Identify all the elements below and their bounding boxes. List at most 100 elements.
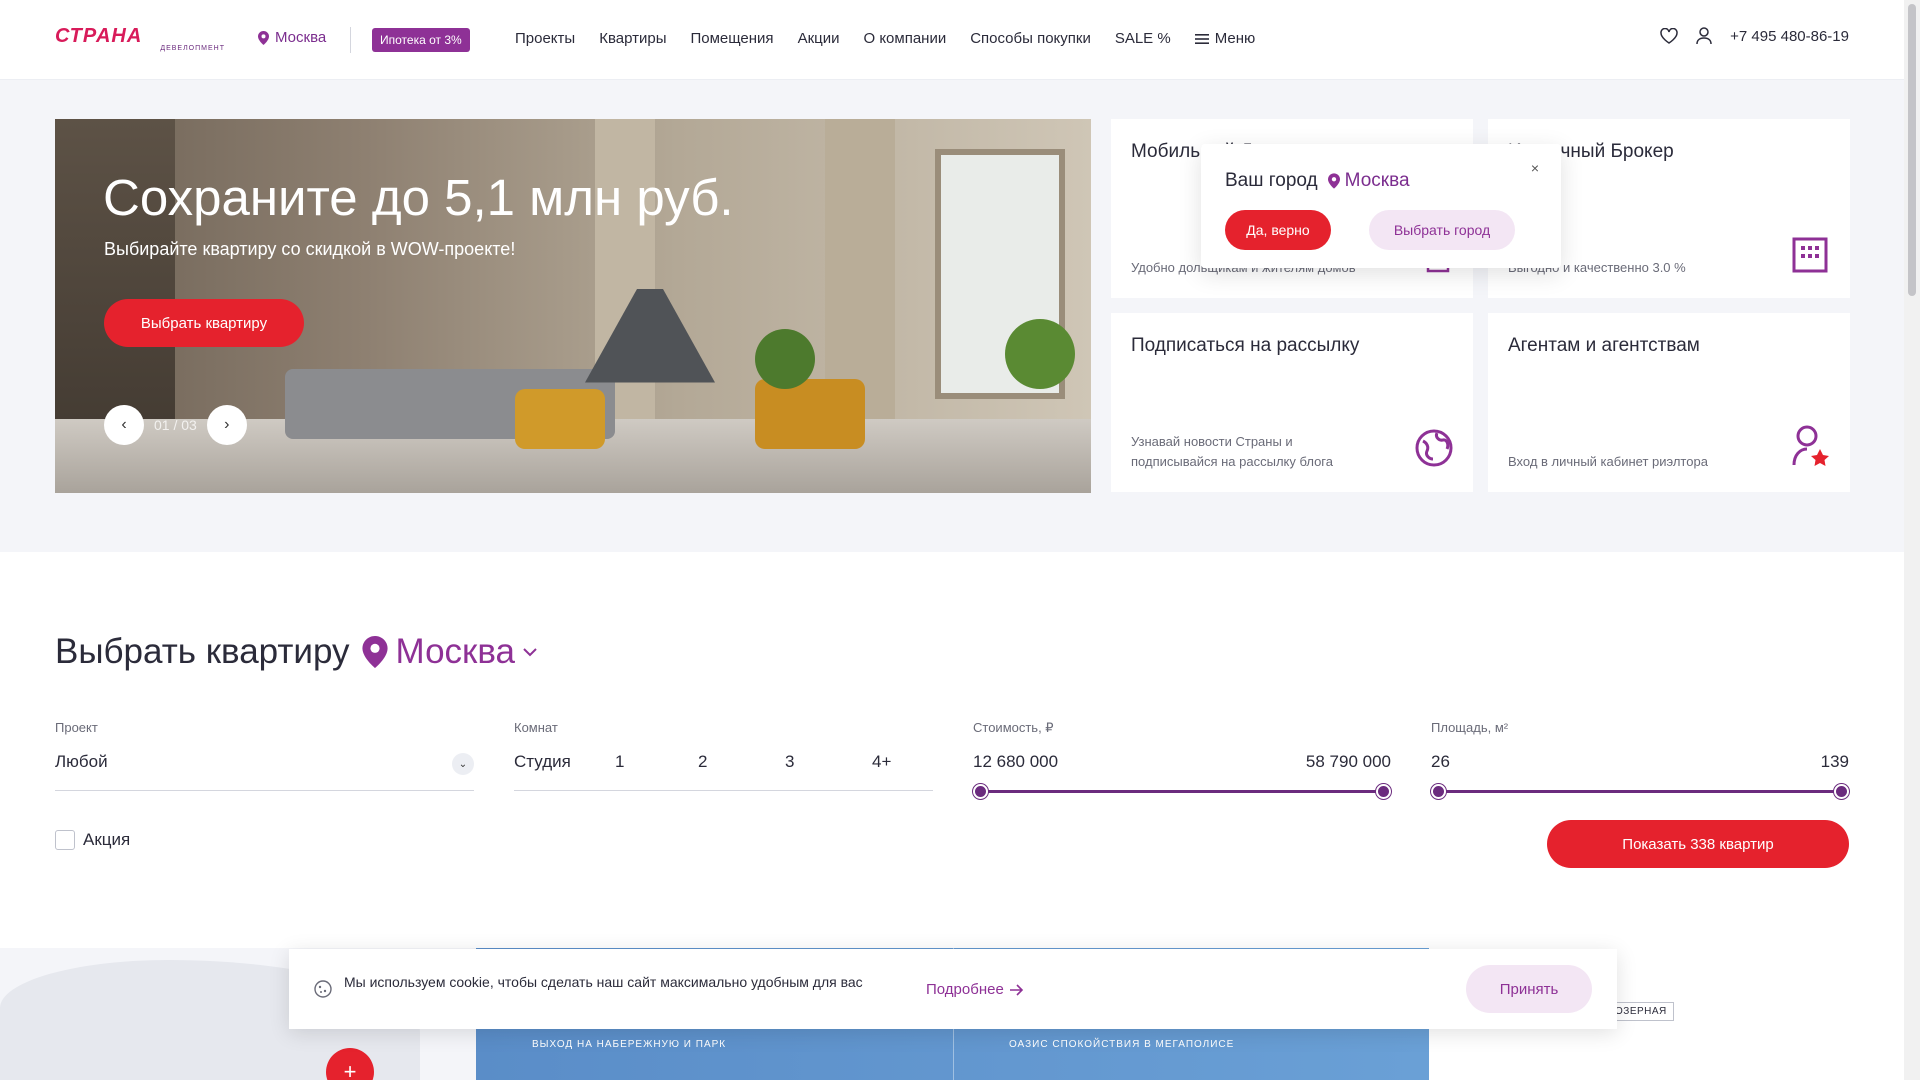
- header-actions: +7 495 480-86-19: [1660, 27, 1849, 45]
- apartment-filter: Выбрать квартиру Москва Проект Любой ⌄ К…: [0, 552, 1904, 948]
- nav-about[interactable]: О компании: [863, 30, 946, 47]
- header-city-selector[interactable]: Москва: [258, 29, 326, 46]
- city-confirm-popup: Ваш город Москва × Да, верно Выбрать гор…: [1201, 144, 1561, 268]
- hero-subtitle: Выбирайте квартиру со скидкой в WOW-прое…: [104, 239, 516, 259]
- menu-button[interactable]: Меню: [1194, 30, 1256, 47]
- promo-checkbox[interactable]: Акция: [55, 830, 130, 850]
- city-question-city: Москва: [1327, 170, 1410, 192]
- hero-title: Сохраните до 5,1 млн руб.: [103, 169, 734, 226]
- accept-cookie-button[interactable]: Принять: [1466, 965, 1592, 1013]
- cookie-more-label: Подробнее: [926, 981, 1004, 998]
- price-min-value[interactable]: 12 680 000: [973, 752, 1058, 772]
- choose-apartment-button[interactable]: Выбрать квартиру: [104, 299, 304, 347]
- city-name: Москва: [1344, 170, 1410, 191]
- rooms-label: Комнат: [514, 720, 558, 735]
- site-header: СТРАНА ДЕВЕЛОПМЕНТ Москва Ипотека от 3% …: [0, 0, 1904, 80]
- price-slider-track[interactable]: [975, 790, 1390, 793]
- city-question-label: Ваш город: [1225, 170, 1318, 191]
- room-option-studio[interactable]: Студия: [514, 752, 571, 772]
- slide-counter: 01 / 03: [154, 417, 197, 433]
- project-label: Проект: [55, 720, 98, 735]
- close-icon[interactable]: ×: [1531, 160, 1539, 176]
- logo-subtext: ДЕВЕЛОПМЕНТ: [160, 45, 225, 52]
- location-pin-icon: [1327, 173, 1340, 189]
- price-slider-min-handle[interactable]: [973, 784, 988, 799]
- main-nav: Проекты Квартиры Помещения Акции О компа…: [515, 30, 1255, 47]
- card-newsletter[interactable]: Подписаться на рассылку Узнавай новости …: [1111, 313, 1473, 492]
- chevron-right-icon: ›: [224, 416, 230, 433]
- nav-purchase-methods[interactable]: Способы покупки: [970, 30, 1091, 47]
- room-option-3[interactable]: 3: [785, 752, 794, 772]
- card-title: Агентам и агентствам: [1508, 335, 1700, 356]
- hero-banner: Сохраните до 5,1 млн руб. Выбирайте квар…: [55, 119, 1091, 493]
- location-pin-icon: [258, 30, 269, 45]
- card-text: Узнавай новости Страны и подписывайся на…: [1131, 434, 1333, 469]
- chevron-down-icon[interactable]: ⌄: [452, 753, 474, 775]
- prev-slide-button[interactable]: ‹: [104, 405, 144, 445]
- arrow-right-icon: [1009, 983, 1024, 996]
- rooms-underline: [514, 790, 933, 791]
- city-question: Ваш город Москва: [1225, 170, 1410, 192]
- cookie-banner: Мы используем cookie, чтобы сделать наш …: [289, 949, 1617, 1029]
- hamburger-icon: [1194, 33, 1209, 44]
- area-slider-min-handle[interactable]: [1431, 784, 1446, 799]
- nav-premises[interactable]: Помещения: [690, 30, 773, 47]
- cookie-text: Мы используем cookie, чтобы сделать наш …: [344, 974, 863, 990]
- filter-city-name: Москва: [395, 632, 516, 671]
- nav-projects[interactable]: Проекты: [515, 30, 575, 47]
- scrollbar[interactable]: [1904, 0, 1920, 1080]
- choose-city-button[interactable]: Выбрать город: [1369, 210, 1515, 250]
- header-phone[interactable]: +7 495 480-86-19: [1730, 28, 1849, 45]
- price-max-value[interactable]: 58 790 000: [1306, 752, 1391, 772]
- confirm-city-button[interactable]: Да, верно: [1225, 210, 1331, 250]
- location-pin-icon: [361, 636, 388, 668]
- filter-title: Выбрать квартиру: [55, 632, 350, 671]
- price-label: Стоимость, ₽: [973, 720, 1054, 735]
- card-text: Вход в личный кабинет риэлтора: [1508, 454, 1708, 469]
- room-option-1[interactable]: 1: [615, 752, 624, 772]
- menu-label: Меню: [1214, 30, 1256, 47]
- user-icon[interactable]: [1696, 27, 1712, 45]
- hero-photo-chair: [755, 379, 865, 449]
- mortgage-badge[interactable]: Ипотека от 3%: [372, 28, 470, 52]
- promo-checkbox-label: Акция: [83, 830, 131, 849]
- chevron-left-icon: ‹: [121, 416, 127, 433]
- area-min-value[interactable]: 26: [1431, 752, 1450, 772]
- heart-icon[interactable]: [1660, 28, 1678, 44]
- project-caption-right: ОАЗИС СПОКОЙСТВИЯ В МЕГАПОЛИСЕ: [1009, 1039, 1235, 1050]
- project-tag: ОЗЕРНАЯ: [1608, 1002, 1674, 1021]
- project-caption-left: ВЫХОД НА НАБЕРЕЖНУЮ И ПАРК: [532, 1039, 727, 1050]
- header-divider: [350, 27, 351, 53]
- globe-icon: [1415, 429, 1453, 472]
- cookie-icon: [313, 979, 333, 1004]
- hero-photo-plant: [755, 329, 815, 389]
- hero-slider-nav: ‹ 01 / 03 ›: [104, 405, 247, 445]
- checkbox-box[interactable]: [55, 830, 75, 850]
- filter-city-selector[interactable]: Москва: [361, 632, 538, 672]
- chevron-down-icon: [523, 647, 537, 657]
- area-slider-max-handle[interactable]: [1834, 784, 1849, 799]
- area-label: Площадь, м²: [1431, 720, 1509, 735]
- room-option-4plus[interactable]: 4+: [872, 752, 891, 772]
- nav-sale[interactable]: SALE %: [1115, 30, 1171, 47]
- project-select-underline: [55, 790, 474, 791]
- show-apartments-button[interactable]: Показать 338 квартир: [1547, 820, 1849, 868]
- area-max-value[interactable]: 139: [1821, 752, 1849, 772]
- filter-heading: Выбрать квартиру Москва: [55, 632, 537, 672]
- hero-photo-plant: [1005, 319, 1075, 389]
- project-select-value[interactable]: Любой: [55, 752, 108, 772]
- logo[interactable]: СТРАНА ДЕВЕЛОПМЕНТ: [55, 25, 225, 52]
- card-title: Подписаться на рассылку: [1131, 335, 1360, 356]
- hero-photo-chair: [515, 389, 605, 449]
- header-city-label: Москва: [275, 29, 327, 46]
- nav-promotions[interactable]: Акции: [798, 30, 840, 47]
- card-agents[interactable]: Агентам и агентствам Вход в личный кабин…: [1488, 313, 1850, 492]
- next-slide-button[interactable]: ›: [206, 405, 247, 445]
- scrollbar-thumb[interactable]: [1908, 4, 1916, 296]
- area-slider-track[interactable]: [1433, 790, 1848, 793]
- cookie-more-link[interactable]: Подробнее: [926, 981, 1024, 998]
- logo-text: СТРАНА: [55, 25, 143, 47]
- nav-apartments[interactable]: Квартиры: [599, 30, 666, 47]
- room-option-2[interactable]: 2: [698, 752, 707, 772]
- price-slider-max-handle[interactable]: [1376, 784, 1391, 799]
